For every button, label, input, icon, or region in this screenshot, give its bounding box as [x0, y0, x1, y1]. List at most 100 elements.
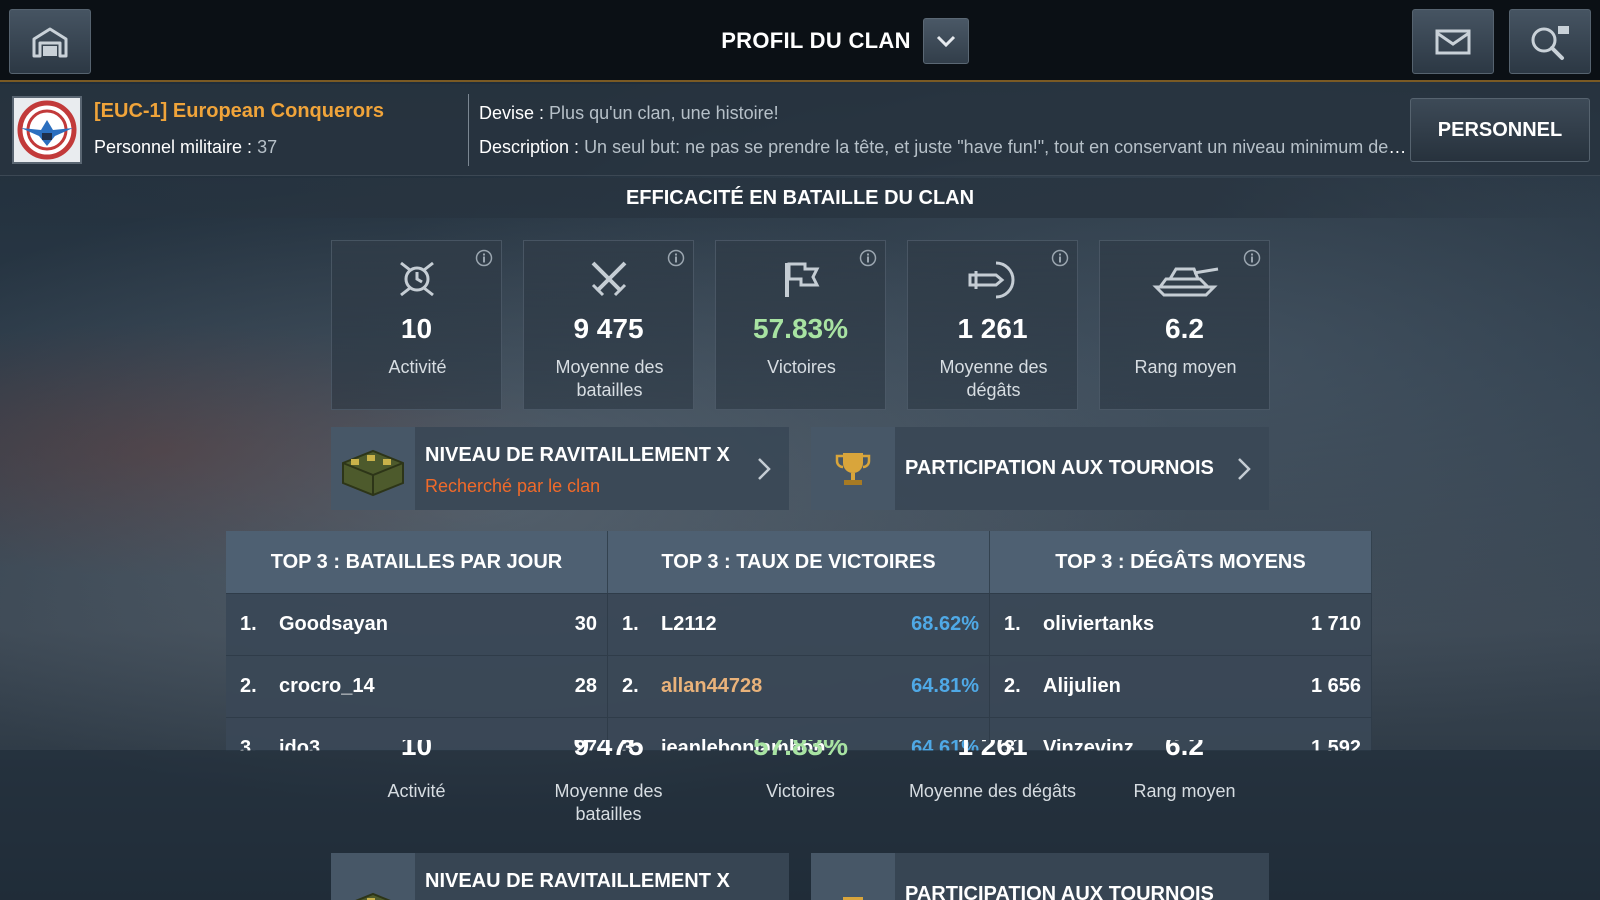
stat-card-activity: 10 Activité	[331, 240, 502, 410]
stat-value: 10	[400, 313, 433, 344]
player-value: 64.81%	[911, 675, 979, 697]
stat-label: Moyenne des dégâts	[908, 781, 1077, 801]
supply-crate-icon	[354, 892, 392, 900]
activity-icon	[399, 261, 434, 297]
stat-card-tier: 6.2 Rang moyen	[1099, 240, 1270, 410]
lower-stat-values: 10 9 475 57.83% 1 261 6.2	[331, 740, 1270, 760]
clan-name[interactable]: [EUC-1] European Conquerors	[94, 100, 384, 123]
crossed-swords-icon	[591, 261, 626, 297]
player-value: 68.62%	[911, 613, 979, 635]
stat-label: Rang moyen	[1133, 781, 1236, 801]
stat-value: 1 261	[957, 740, 1028, 760]
supply-subtitle: Recherché par le clan	[425, 476, 601, 496]
clan-header: [EUC-1] European Conquerors Personnel mi…	[0, 84, 1600, 176]
members-value: 37	[257, 137, 278, 157]
table-row[interactable]: 1. oliviertanks 1 710	[990, 593, 1372, 655]
supply-crate-thumb	[331, 853, 415, 900]
tournaments-banner[interactable]: PARTICIPATION AUX TOURNOIS	[811, 853, 1269, 900]
clan-members: Personnel militaire : 37	[94, 137, 277, 158]
player-name: ido3	[279, 737, 321, 751]
table-row[interactable]: 2. crocro_14 28	[226, 655, 608, 717]
supply-level-banner[interactable]: NIVEAU DE RAVITAILLEMENT X Recherché par…	[331, 427, 789, 510]
chevron-down-icon	[936, 35, 955, 47]
player-value: 1 592	[1310, 737, 1361, 751]
rank: 1.	[240, 613, 257, 635]
damage-icon	[968, 261, 1014, 299]
members-label: Personnel militaire :	[94, 137, 253, 157]
top-bar: PROFIL DU CLAN	[0, 0, 1600, 82]
stat-value: 1 261	[957, 313, 1028, 344]
rank: 1.	[1004, 613, 1021, 635]
table-row[interactable]: 2. Alijulien 1 656	[990, 655, 1372, 717]
motto-label: Devise :	[479, 103, 545, 123]
player-value: 28	[574, 675, 597, 697]
clan-emblem-icon	[17, 100, 77, 160]
clan-menu-dropdown[interactable]	[922, 18, 969, 64]
chevron-right-icon	[758, 458, 771, 480]
player-name: Goodsayan	[279, 613, 388, 635]
player-name: Alijulien	[1043, 675, 1121, 697]
top3-battles-column: TOP 3 : BATAILLES PAR JOUR 1. Goodsayan …	[226, 531, 608, 751]
tournaments-title: PARTICIPATION AUX TOURNOIS	[905, 457, 1214, 479]
trophy-icon	[835, 452, 871, 485]
description-label: Description :	[479, 137, 580, 157]
supply-crate-thumb	[331, 427, 415, 510]
player-name: crocro_14	[279, 675, 375, 697]
flag-icon	[784, 262, 819, 297]
stat-value: 6.2	[1165, 740, 1204, 760]
stat-value: 57.83%	[753, 313, 848, 344]
stat-label: Moyenne des batailles	[554, 781, 663, 824]
column-header: TOP 3 : DÉGÂTS MOYENS	[990, 531, 1372, 593]
stat-label: Moyenne des batailles	[555, 357, 664, 400]
player-name: L2112	[661, 613, 717, 635]
mail-icon	[1435, 29, 1471, 54]
stat-label: Rang moyen	[1134, 357, 1237, 377]
trophy-thumb	[811, 853, 895, 900]
table-row[interactable]: 2. allan44728 64.81%	[608, 655, 990, 717]
column-header: TOP 3 : BATAILLES PAR JOUR	[226, 531, 608, 593]
trophy-thumb	[811, 427, 895, 510]
stat-value: 9 475	[573, 740, 644, 760]
rank: 2.	[240, 675, 257, 697]
personnel-button[interactable]: PERSONNEL	[1410, 98, 1590, 162]
supply-crate-icon	[342, 449, 404, 496]
rank: 2.	[622, 675, 639, 697]
tournaments-banner[interactable]: PARTICIPATION AUX TOURNOIS	[811, 427, 1269, 510]
supply-level-banner[interactable]: NIVEAU DE RAVITAILLEMENT X	[331, 853, 789, 900]
column-header: TOP 3 : TAUX DE VICTOIRES	[608, 531, 990, 593]
player-name: oliviertanks	[1043, 613, 1155, 635]
player-name: allan44728	[661, 675, 763, 697]
stat-label: Victoires	[766, 781, 835, 801]
stat-value: 9 475	[573, 313, 644, 344]
rank: 1.	[622, 613, 639, 635]
mail-button[interactable]	[1412, 9, 1494, 74]
stat-label: Activité	[387, 781, 446, 801]
stat-card-victories: 57.83% Victoires	[715, 240, 886, 410]
clan-description[interactable]: Description : Un seul but: ne pas se pre…	[479, 137, 1409, 158]
clan-search-button[interactable]	[1509, 9, 1591, 74]
header-divider	[468, 94, 469, 166]
page-title: PROFIL DU CLAN	[721, 28, 911, 53]
stat-card-battles: 9 475 Moyenne des batailles	[523, 240, 694, 410]
stat-value: 10	[400, 740, 433, 760]
section-title: EFFICACITÉ EN BATAILLE DU CLAN	[0, 178, 1600, 218]
player-value: 1 656	[1310, 675, 1361, 697]
stat-label: Moyenne des dégâts	[939, 357, 1048, 400]
clan-motto: Devise : Plus qu'un clan, une histoire!	[479, 103, 779, 124]
stat-value: 6.2	[1165, 313, 1204, 344]
tournaments-title: PARTICIPATION AUX TOURNOIS	[905, 883, 1214, 900]
player-value: 1 710	[1310, 613, 1361, 635]
tank-icon	[1151, 267, 1218, 297]
table-row[interactable]: 1. Goodsayan 30	[226, 593, 608, 655]
rank: 2.	[1004, 675, 1021, 697]
trophy-icon	[843, 896, 863, 900]
motto-value: Plus qu'un clan, une histoire!	[549, 103, 779, 123]
top3-table: TOP 3 : BATAILLES PAR JOUR 1. Goodsayan …	[226, 531, 1372, 751]
rank: 3.	[240, 737, 257, 751]
stat-value: 57.83%	[753, 740, 848, 760]
top3-winrate-column: TOP 3 : TAUX DE VICTOIRES 1. L2112 68.62…	[608, 531, 990, 751]
stat-card-damage: 1 261 Moyenne des dégâts	[907, 240, 1078, 410]
player-value: 30	[574, 613, 597, 635]
stat-label: Activité	[388, 357, 447, 377]
table-row[interactable]: 1. L2112 68.62%	[608, 593, 990, 655]
